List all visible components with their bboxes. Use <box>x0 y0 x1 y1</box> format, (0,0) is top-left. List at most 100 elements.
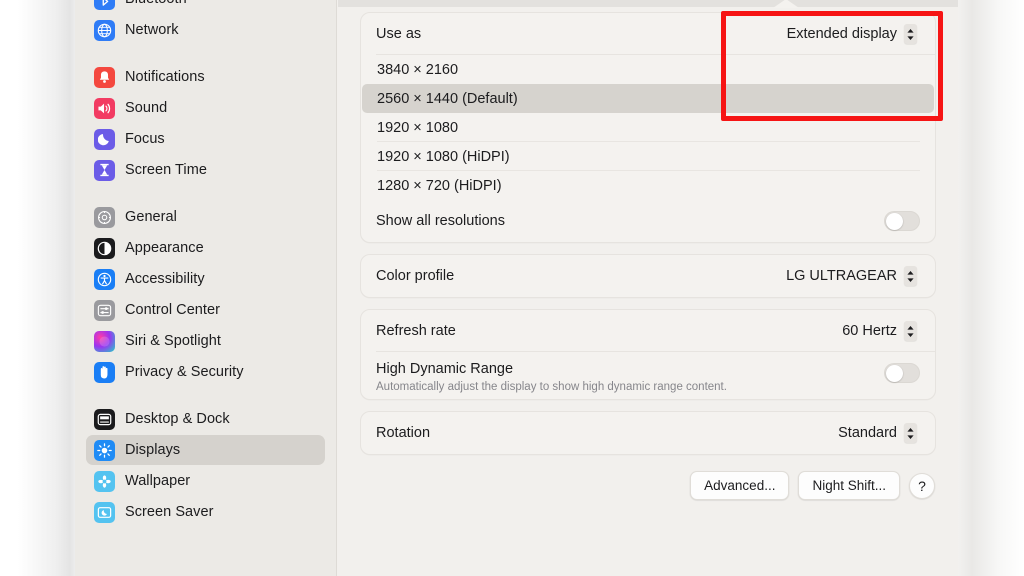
resolution-option[interactable]: 1920 × 1080 (HiDPI) <box>362 142 934 171</box>
sidebar-item-label: Network <box>125 22 179 38</box>
sidebar-item-label: General <box>125 209 177 225</box>
sidebar-list: Bluetooth Network Notifications Sound Focus S… <box>75 0 336 527</box>
sidebar-item-control-center[interactable]: Control Center <box>86 295 325 325</box>
hdr-description: Automatically adjust the display to show… <box>376 381 727 393</box>
sidebar-group-separator <box>86 388 325 404</box>
show-all-resolutions-toggle[interactable] <box>884 211 920 231</box>
sidebar-item-sound[interactable]: Sound <box>86 93 325 123</box>
chevron-updown-icon <box>904 266 917 286</box>
show-all-resolutions-row[interactable]: Show all resolutions <box>361 200 935 242</box>
flower-icon <box>94 470 115 492</box>
speaker-icon <box>94 97 115 119</box>
sidebar-item-label: Desktop & Dock <box>125 411 230 427</box>
use-as-label: Use as <box>376 26 422 42</box>
sidebar-item-network[interactable]: Network <box>86 15 325 45</box>
rotation-row[interactable]: Rotation Standard <box>361 412 935 454</box>
sidebar-item-wallpaper[interactable]: Wallpaper <box>86 466 325 496</box>
toggle-knob <box>886 213 903 230</box>
hdr-label: High Dynamic Range <box>376 361 514 377</box>
sidebar-item-notifications[interactable]: Notifications <box>86 62 325 92</box>
sidebar-item-label: Screen Saver <box>125 504 214 520</box>
rotation-popup[interactable]: Standard <box>832 421 920 445</box>
sidebar-item-accessibility[interactable]: Accessibility <box>86 264 325 294</box>
color-profile-value: LG ULTRAGEAR <box>786 268 897 284</box>
resolution-option-label: 1280 × 720 (HiDPI) <box>377 177 502 194</box>
contrast-circle-icon <box>94 237 115 259</box>
sidebar-item-label: Bluetooth <box>125 0 187 7</box>
resolution-option-label: 1920 × 1080 <box>377 119 459 136</box>
resolution-option[interactable]: 2560 × 1440 (Default) <box>362 84 934 113</box>
hdr-text-block: High Dynamic Range Automatically adjust … <box>376 360 727 393</box>
sidebar-item-label: Focus <box>125 131 165 147</box>
siri-orb-icon <box>94 330 115 352</box>
sidebar-item-screen-saver[interactable]: Screen Saver <box>86 497 325 527</box>
help-button[interactable]: ? <box>909 472 935 499</box>
use-as-row[interactable]: Use as Extended display <box>361 13 935 55</box>
sidebar-item-label: Wallpaper <box>125 473 191 489</box>
system-settings-window: Bluetooth Network Notifications Sound Focus S… <box>75 0 958 576</box>
use-as-value: Extended display <box>786 26 897 42</box>
sidebar-group-separator <box>86 186 325 202</box>
sidebar-item-bluetooth[interactable]: Bluetooth <box>86 0 325 14</box>
sidebar-item-desktop-dock[interactable]: Desktop & Dock <box>86 404 325 434</box>
accessibility-person-icon <box>94 268 115 290</box>
refresh-rate-value: 60 Hertz <box>842 323 897 339</box>
resolution-option[interactable]: 1280 × 720 (HiDPI) <box>362 171 934 200</box>
resolution-list[interactable]: 3840 × 2160 2560 × 1440 (Default) 1920 × 1… <box>361 55 935 200</box>
sidebar-item-label: Appearance <box>125 240 204 256</box>
advanced-button[interactable]: Advanced... <box>690 471 790 500</box>
resolution-option-label: 3840 × 2160 <box>377 61 459 78</box>
screensaver-icon <box>94 501 115 523</box>
color-profile-popup[interactable]: LG ULTRAGEAR <box>780 264 920 288</box>
sidebar-item-general[interactable]: General <box>86 202 325 232</box>
displays-pane: Use as Extended display 3840 × 2160 2560 … <box>338 0 958 576</box>
night-shift-button[interactable]: Night Shift... <box>798 471 900 500</box>
chevron-updown-icon <box>904 321 917 341</box>
color-profile-label: Color profile <box>376 268 455 284</box>
sidebar-item-label: Sound <box>125 100 168 116</box>
resolution-option[interactable]: 3840 × 2160 <box>362 55 934 84</box>
toggle-knob <box>886 365 903 382</box>
color-profile-row[interactable]: Color profile LG ULTRAGEAR <box>361 255 935 297</box>
sidebar-group-separator <box>86 46 325 62</box>
sidebar-item-siri-spotlight[interactable]: Siri & Spotlight <box>86 326 325 356</box>
moon-icon <box>94 128 115 150</box>
chevron-updown-icon <box>904 423 917 443</box>
resolution-option[interactable]: 1920 × 1080 <box>362 113 934 142</box>
sidebar-item-label: Siri & Spotlight <box>125 333 221 349</box>
sidebar-item-focus[interactable]: Focus <box>86 124 325 154</box>
hdr-toggle[interactable] <box>884 363 920 383</box>
display-mode-card: Use as Extended display 3840 × 2160 2560 … <box>360 12 936 243</box>
sidebar: Bluetooth Network Notifications Sound Focus S… <box>75 0 337 576</box>
bell-icon <box>94 66 115 88</box>
sidebar-item-screen-time[interactable]: Screen Time <box>86 155 325 185</box>
brightness-sun-icon <box>94 439 115 461</box>
rotation-value: Standard <box>838 425 897 441</box>
sidebar-item-privacy-security[interactable]: Privacy & Security <box>86 357 325 387</box>
desktop-background-right <box>958 0 1024 576</box>
rotation-card: Rotation Standard <box>360 411 936 455</box>
show-all-resolutions-label: Show all resolutions <box>376 213 505 229</box>
pane-top-strip <box>338 0 958 7</box>
sidebar-item-displays[interactable]: Displays <box>86 435 325 465</box>
sidebar-item-label: Displays <box>125 442 181 458</box>
screen: Bluetooth Network Notifications Sound Focus S… <box>0 0 1024 576</box>
refresh-rate-popup[interactable]: 60 Hertz <box>836 319 920 343</box>
sidebar-item-label: Privacy & Security <box>125 364 244 380</box>
use-as-popup[interactable]: Extended display <box>781 22 920 46</box>
rotation-label: Rotation <box>376 425 431 441</box>
sidebar-item-appearance[interactable]: Appearance <box>86 233 325 263</box>
hourglass-icon <box>94 159 115 181</box>
sidebar-item-label: Screen Time <box>125 162 207 178</box>
gear-icon <box>94 206 115 228</box>
color-profile-card: Color profile LG ULTRAGEAR <box>360 254 936 298</box>
refresh-rate-row[interactable]: Refresh rate 60 Hertz <box>361 310 935 352</box>
refresh-hdr-card: Refresh rate 60 Hertz High Dynamic Range… <box>360 309 936 400</box>
hand-icon <box>94 361 115 383</box>
bluetooth-icon <box>94 0 115 10</box>
globe-icon <box>94 19 115 41</box>
desktop-dock-icon <box>94 408 115 430</box>
chevron-updown-icon <box>904 24 917 44</box>
hdr-row[interactable]: High Dynamic Range Automatically adjust … <box>361 352 935 399</box>
resolution-option-label: 1920 × 1080 (HiDPI) <box>377 148 510 165</box>
